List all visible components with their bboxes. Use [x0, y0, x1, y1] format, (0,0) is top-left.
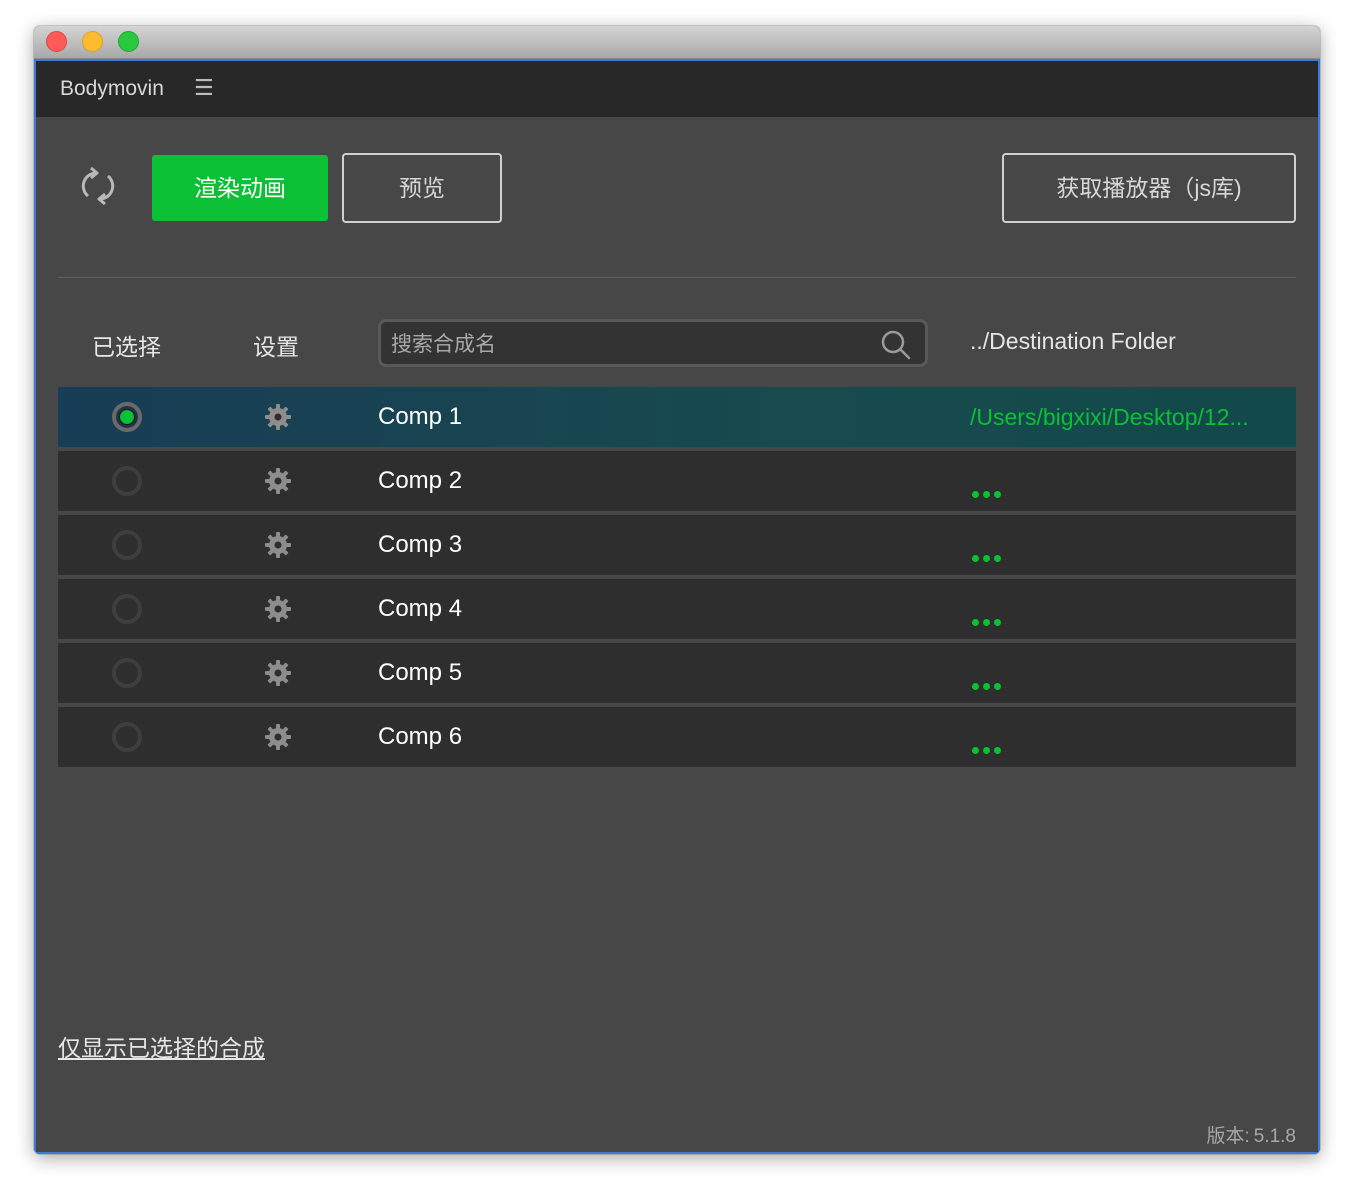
comp-name: Comp 6 [378, 723, 463, 750]
composition-list: Comp 1 /Users/bigxixi/Desktop/12... Comp… [58, 387, 1296, 771]
search-box [378, 319, 928, 367]
hamburger-menu-icon[interactable]: ☰ [194, 75, 214, 101]
destination-more-button[interactable] [972, 741, 1012, 754]
column-header-destination[interactable]: ../Destination Folder [970, 328, 1176, 355]
comp-row[interactable]: Comp 3 [58, 515, 1296, 575]
comp-row[interactable]: Comp 5 [58, 643, 1296, 703]
gear-icon[interactable] [263, 530, 293, 560]
version-label: 版本: [1206, 1126, 1250, 1147]
column-header-settings: 设置 [253, 334, 299, 360]
render-animation-button[interactable]: 渲染动画 [152, 155, 328, 221]
gear-icon[interactable] [263, 594, 293, 624]
app-window: Bodymovin ☰ 渲染动画 预览 获取播放器（js库) 已选择 设置 ..… [34, 26, 1320, 1154]
destination-more-button[interactable] [972, 677, 1012, 690]
window-titlebar[interactable] [34, 26, 1320, 59]
comp-name: Comp 4 [378, 595, 463, 622]
selection-radio[interactable] [112, 466, 142, 496]
comp-row[interactable]: Comp 1 /Users/bigxixi/Desktop/12... [58, 387, 1296, 447]
selection-radio[interactable] [112, 594, 142, 624]
selection-radio[interactable] [112, 722, 142, 752]
comp-row[interactable]: Comp 4 [58, 579, 1296, 639]
get-player-button[interactable]: 获取播放器（js库) [1002, 153, 1296, 223]
version-info: 版本: 5.1.8 [1202, 1121, 1296, 1148]
comp-name: Comp 3 [378, 531, 463, 558]
destination-path[interactable]: /Users/bigxixi/Desktop/12... [970, 404, 1280, 431]
comp-row[interactable]: Comp 6 [58, 707, 1296, 767]
comp-name: Comp 2 [378, 467, 463, 494]
destination-more-button[interactable] [972, 613, 1012, 626]
gear-icon[interactable] [263, 466, 293, 496]
toolbar-divider [58, 277, 1296, 278]
comp-name: Comp 5 [378, 659, 463, 686]
selection-radio[interactable] [112, 658, 142, 688]
window-minimize-button[interactable] [82, 31, 103, 52]
comp-row[interactable]: Comp 2 [58, 451, 1296, 511]
selection-radio[interactable] [112, 402, 142, 432]
panel-title: Bodymovin [60, 77, 164, 100]
version-value: 5.1.8 [1253, 1126, 1296, 1147]
column-header-selected: 已选择 [92, 334, 161, 360]
refresh-icon[interactable] [74, 162, 122, 210]
panel-content: Bodymovin ☰ 渲染动画 预览 获取播放器（js库) 已选择 设置 ..… [34, 59, 1320, 1154]
gear-icon[interactable] [263, 722, 293, 752]
window-close-button[interactable] [46, 31, 67, 52]
gear-icon[interactable] [263, 658, 293, 688]
window-maximize-button[interactable] [118, 31, 139, 52]
show-selected-only-link[interactable]: 仅显示已选择的合成 [58, 1029, 265, 1063]
gear-icon[interactable] [263, 402, 293, 432]
destination-more-button[interactable] [972, 485, 1012, 498]
search-input[interactable] [389, 329, 863, 361]
radio-checked-dot [119, 409, 135, 425]
comp-name: Comp 1 [378, 403, 463, 430]
selection-radio[interactable] [112, 530, 142, 560]
search-icon[interactable] [879, 328, 913, 362]
preview-button[interactable]: 预览 [342, 153, 502, 223]
panel-header: Bodymovin ☰ [36, 61, 1318, 117]
destination-more-button[interactable] [972, 549, 1012, 562]
